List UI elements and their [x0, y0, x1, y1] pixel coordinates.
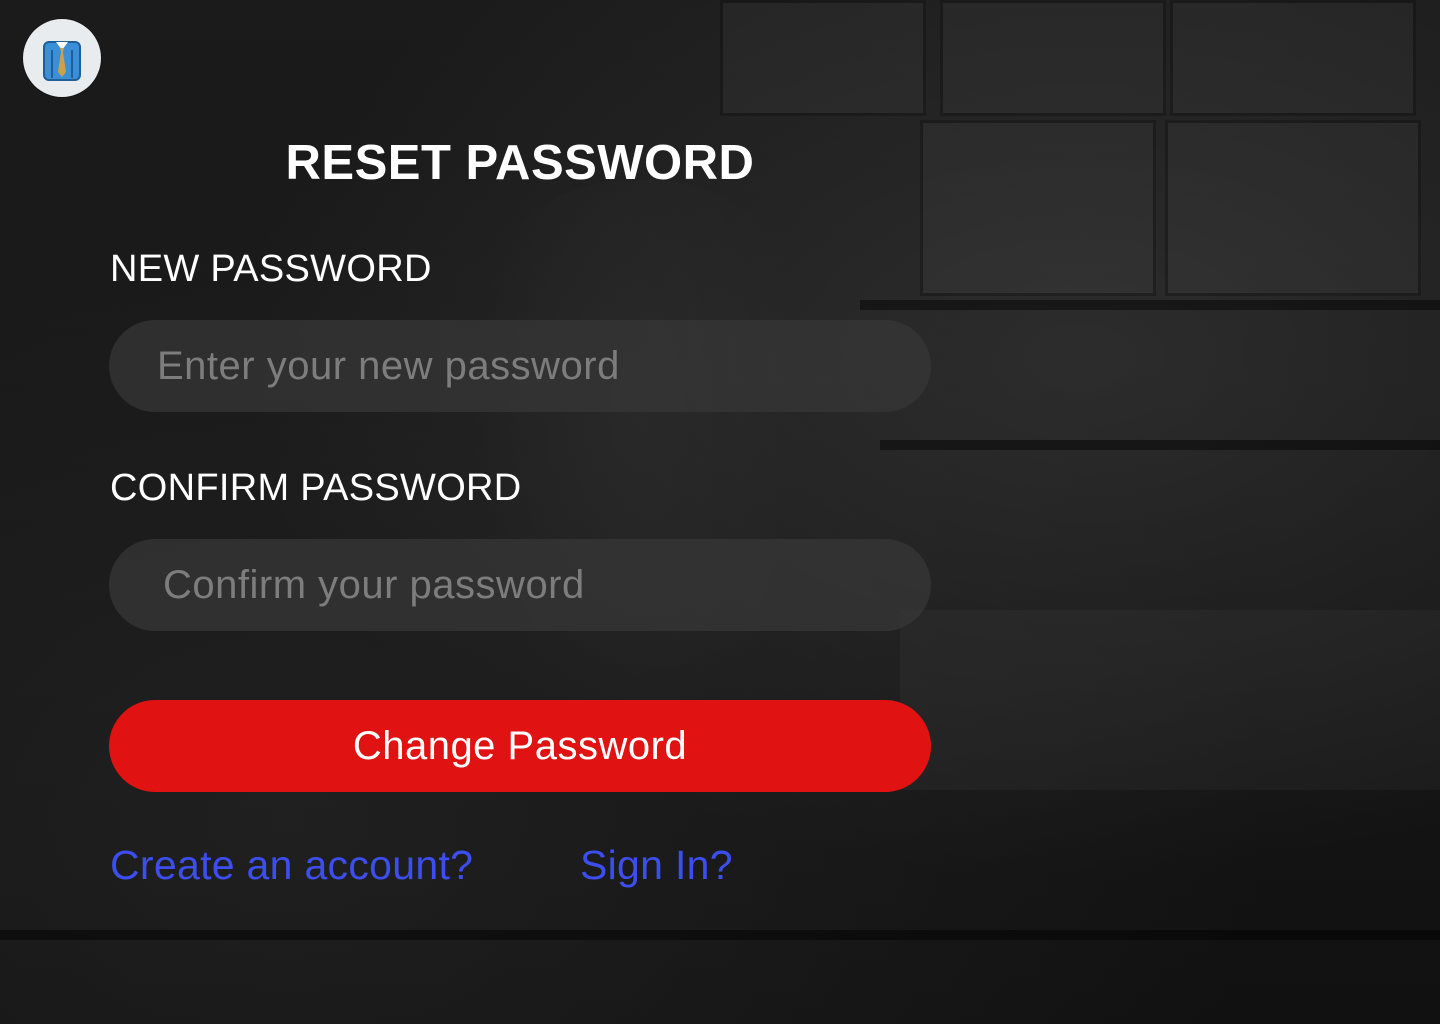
confirm-password-label: CONFIRM PASSWORD	[110, 467, 522, 509]
new-password-label: NEW PASSWORD	[110, 248, 432, 290]
new-password-input[interactable]	[109, 320, 931, 412]
sign-in-link[interactable]: Sign In?	[580, 842, 733, 889]
page-title: RESET PASSWORD	[285, 136, 755, 190]
confirm-password-input[interactable]	[109, 539, 931, 631]
change-password-button[interactable]: Change Password	[109, 700, 931, 792]
shirt-and-tie-icon	[43, 41, 81, 81]
create-account-link[interactable]: Create an account?	[110, 842, 473, 889]
logo[interactable]	[23, 19, 101, 97]
reset-password-page: RESET PASSWORD NEW PASSWORD CONFIRM PASS…	[0, 0, 1440, 1024]
